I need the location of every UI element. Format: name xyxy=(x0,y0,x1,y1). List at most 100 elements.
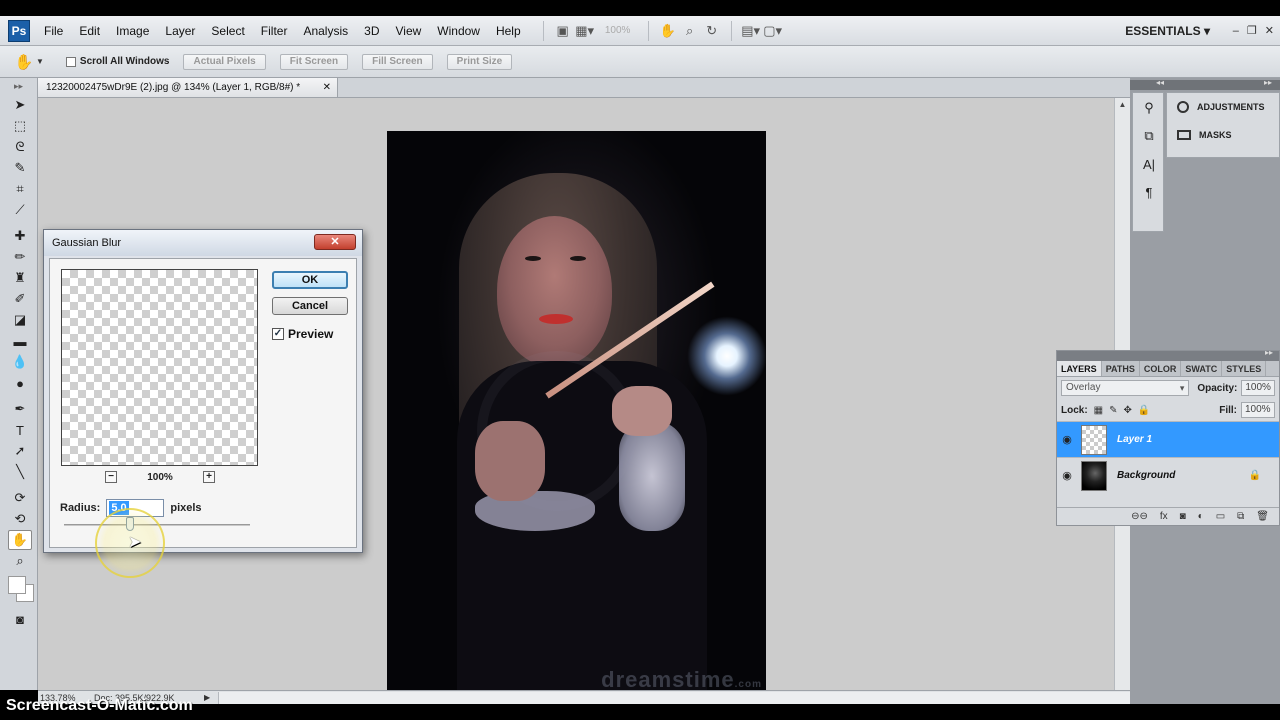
panel-grip[interactable]: ▸▸ xyxy=(0,78,37,94)
zoom-in-button[interactable]: + xyxy=(202,471,215,483)
menu-layer[interactable]: Layer xyxy=(157,16,203,46)
workspace-switcher[interactable]: ESSENTIALS ▾ xyxy=(1125,16,1210,46)
bridge-icon[interactable]: ▣ xyxy=(554,22,572,40)
document-image[interactable]: dreamstime.com xyxy=(387,131,766,699)
fit-screen-button[interactable]: Fit Screen xyxy=(279,53,349,70)
quick-selection-tool-icon[interactable]: ✎ xyxy=(8,158,32,178)
quick-mask-icon[interactable]: ◙ xyxy=(8,609,32,629)
restore-icon[interactable]: ❐ xyxy=(1247,16,1257,46)
tab-swatches[interactable]: SWATC xyxy=(1181,361,1223,376)
fill-input[interactable]: 100% xyxy=(1241,402,1275,418)
delete-layer-icon[interactable]: 🗑 xyxy=(1256,511,1269,522)
clone-source-icon[interactable]: ⧉ xyxy=(1135,123,1163,149)
eraser-tool-icon[interactable]: ◪ xyxy=(8,310,32,330)
new-group-icon[interactable]: ▭ xyxy=(1216,511,1225,522)
healing-brush-tool-icon[interactable]: ✚ xyxy=(8,226,32,246)
menu-file[interactable]: File xyxy=(36,16,71,46)
dodge-tool-icon[interactable]: ● xyxy=(8,373,32,393)
lasso-tool-icon[interactable]: ᘓ xyxy=(8,137,32,157)
hand-tool-preset-icon[interactable]: ✋ xyxy=(14,52,34,72)
layer-row-background[interactable]: ◉ Background 🔒 xyxy=(1057,457,1279,493)
menu-analysis[interactable]: Analysis xyxy=(295,16,356,46)
hand-tool-icon[interactable]: ✋ xyxy=(8,530,32,550)
close-icon[interactable]: ✕ xyxy=(1265,16,1274,46)
menu-edit[interactable]: Edit xyxy=(71,16,108,46)
paragraph-panel-icon[interactable]: ¶ xyxy=(1135,179,1163,205)
new-layer-icon[interactable]: ⧉ xyxy=(1237,511,1244,522)
cancel-button[interactable]: Cancel xyxy=(272,297,348,315)
menu-filter[interactable]: Filter xyxy=(253,16,296,46)
hand-tool-icon[interactable]: ✋ xyxy=(659,22,677,40)
3d-orbit-tool-icon[interactable]: ⟲ xyxy=(8,509,32,529)
line-tool-icon[interactable]: ╲ xyxy=(8,462,32,482)
tab-layers[interactable]: LAYERS xyxy=(1057,361,1102,376)
link-layers-icon[interactable]: ⊖⊖ xyxy=(1131,511,1148,522)
dialog-title-bar[interactable]: Gaussian Blur ✕ xyxy=(44,230,362,256)
marquee-tool-icon[interactable]: ⬚ xyxy=(8,116,32,136)
eye-icon[interactable]: ◉ xyxy=(1057,469,1077,482)
preview-checkbox[interactable]: ✓ Preview xyxy=(272,327,333,341)
layers-panel-header[interactable]: ▸▸ xyxy=(1057,348,1279,361)
menu-3d[interactable]: 3D xyxy=(356,16,387,46)
tab-paths[interactable]: PATHS xyxy=(1102,361,1140,376)
menu-window[interactable]: Window xyxy=(429,16,488,46)
foreground-color-swatch[interactable] xyxy=(8,576,26,594)
checkbox-box[interactable] xyxy=(65,56,76,67)
adjustments-tab[interactable]: ADJUSTMENTS xyxy=(1167,93,1279,121)
view-extras-icon[interactable]: ▦▾ xyxy=(575,22,594,40)
screen-mode-icon[interactable]: ▢▾ xyxy=(763,22,782,40)
blur-tool-icon[interactable]: 💧 xyxy=(8,352,32,372)
zoom-tool-icon[interactable]: ⌕ xyxy=(681,22,699,40)
arrange-documents-icon[interactable]: ▤▾ xyxy=(741,22,760,40)
actual-pixels-button[interactable]: Actual Pixels xyxy=(183,53,266,70)
menu-view[interactable]: View xyxy=(387,16,429,46)
scroll-up-icon[interactable]: ▲ xyxy=(1115,98,1130,112)
adjustment-layer-icon[interactable]: ◐ xyxy=(1198,511,1204,522)
3d-rotate-tool-icon[interactable]: ⟳ xyxy=(8,488,32,508)
lock-transparency-icon[interactable]: ▦ xyxy=(1094,405,1103,416)
add-mask-icon[interactable]: ◙ xyxy=(1180,511,1186,522)
layer-style-icon[interactable]: fx xyxy=(1160,511,1168,522)
eye-icon[interactable]: ◉ xyxy=(1057,433,1077,446)
rotate-view-icon[interactable]: ↻ xyxy=(703,22,721,40)
history-brush-tool-icon[interactable]: ✐ xyxy=(8,289,32,309)
chevron-down-icon[interactable]: ▼ xyxy=(36,57,44,66)
tool-presets-icon[interactable]: ⚲ xyxy=(1135,95,1163,121)
horizontal-scrollbar[interactable] xyxy=(218,691,1130,704)
menu-select[interactable]: Select xyxy=(203,16,252,46)
lock-all-icon[interactable]: 🔒 xyxy=(1138,405,1150,416)
zoom-out-button[interactable]: − xyxy=(105,471,117,483)
menu-help[interactable]: Help xyxy=(488,16,529,46)
checkmark-icon[interactable]: ✓ xyxy=(272,328,284,340)
scroll-all-windows-checkbox[interactable]: Scroll All Windows xyxy=(65,56,169,67)
layer-row-layer-1[interactable]: ◉ Layer 1 xyxy=(1057,421,1279,457)
brush-tool-icon[interactable]: ✏ xyxy=(8,247,32,267)
move-tool-icon[interactable]: ➤ xyxy=(8,95,32,115)
blur-preview[interactable] xyxy=(61,269,258,466)
document-tab[interactable]: 12320002475wDr9E (2).jpg @ 134% (Layer 1… xyxy=(38,78,338,98)
fill-screen-button[interactable]: Fill Screen xyxy=(362,53,433,70)
clone-stamp-tool-icon[interactable]: ♜ xyxy=(8,268,32,288)
tab-color[interactable]: COLOR xyxy=(1140,361,1182,376)
type-tool-icon[interactable]: T xyxy=(8,420,32,440)
pen-tool-icon[interactable]: ✒ xyxy=(8,399,32,419)
dialog-close-button[interactable]: ✕ xyxy=(314,234,356,250)
print-size-button[interactable]: Print Size xyxy=(446,53,513,70)
eyedropper-tool-icon[interactable]: ⟋ xyxy=(8,200,32,220)
menu-image[interactable]: Image xyxy=(108,16,157,46)
tab-styles[interactable]: STYLES xyxy=(1222,361,1267,376)
panel-dock-header[interactable]: ◂◂ ▸▸ xyxy=(1130,78,1280,90)
minimize-icon[interactable]: – xyxy=(1233,16,1239,46)
character-panel-icon[interactable]: A| xyxy=(1135,151,1163,177)
blend-mode-select[interactable]: Overlay xyxy=(1061,380,1190,396)
ok-button[interactable]: OK xyxy=(272,271,348,289)
zoom-level-box[interactable]: 100% xyxy=(598,22,638,40)
lock-pixels-icon[interactable]: ✎ xyxy=(1109,405,1117,416)
color-swatches[interactable] xyxy=(6,572,37,608)
zoom-tool-icon[interactable]: ⌕ xyxy=(8,551,32,571)
close-icon[interactable]: ✕ xyxy=(323,78,331,98)
masks-tab[interactable]: MASKS xyxy=(1167,121,1279,149)
crop-tool-icon[interactable]: ⌗ xyxy=(8,179,32,199)
lock-position-icon[interactable]: ✥ xyxy=(1124,405,1132,416)
path-selection-tool-icon[interactable]: ➚ xyxy=(8,441,32,461)
